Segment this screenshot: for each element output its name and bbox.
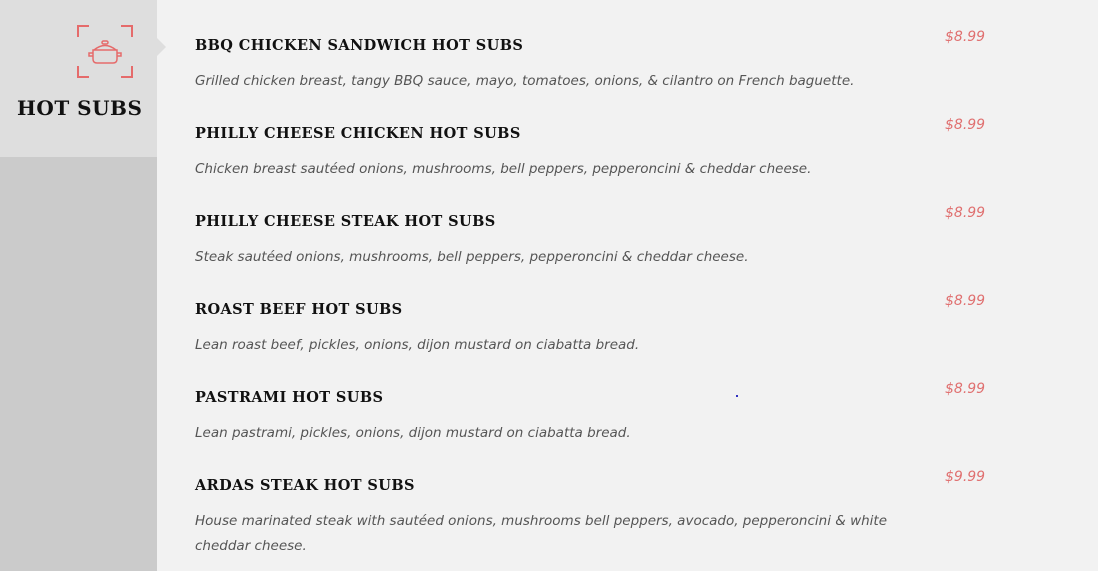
category-tab-hot-subs[interactable]: HOT SUBS — [0, 0, 166, 157]
menu-item-description: Steak sautéed onions, mushrooms, bell pe… — [195, 249, 749, 265]
menu-item-price: $8.99 — [945, 381, 986, 397]
menu-item-name: PHILLY CHEESE STEAK HOT SUBS — [195, 213, 496, 230]
menu-item-name: PASTRAMI HOT SUBS — [195, 389, 384, 406]
category-title: HOT SUBS — [17, 96, 143, 120]
menu-item-name: ARDAS STEAK HOT SUBS — [195, 477, 415, 494]
menu-item-description: House marinated steak with sautéed onion… — [195, 513, 888, 554]
category-sidebar: HOT SUBS — [0, 0, 166, 571]
menu-item-name: ROAST BEEF HOT SUBS — [195, 301, 403, 318]
cooking-pot-icon — [77, 25, 133, 78]
menu-item-name: PHILLY CHEESE CHICKEN HOT SUBS — [195, 125, 521, 142]
menu-page: HOT SUBS BBQ CHICKEN SANDWICH HOT SUBS G… — [0, 0, 1098, 571]
menu-item-description: Chicken breast sautéed onions, mushrooms… — [195, 161, 812, 177]
menu-item-price: $9.99 — [945, 469, 986, 485]
menu-item-price: $8.99 — [945, 117, 986, 133]
menu-item-price: $8.99 — [945, 293, 986, 309]
menu-item-name: BBQ CHICKEN SANDWICH HOT SUBS — [195, 37, 524, 54]
menu-item-description: Lean roast beef, pickles, onions, dijon … — [195, 337, 640, 353]
menu-item-description: Lean pastrami, pickles, onions, dijon mu… — [195, 425, 631, 441]
cursor-dot — [736, 395, 738, 397]
menu-item-price: $8.99 — [945, 205, 986, 221]
menu-item-price: $8.99 — [945, 29, 986, 45]
menu-item-description: Grilled chicken breast, tangy BBQ sauce,… — [195, 73, 855, 89]
